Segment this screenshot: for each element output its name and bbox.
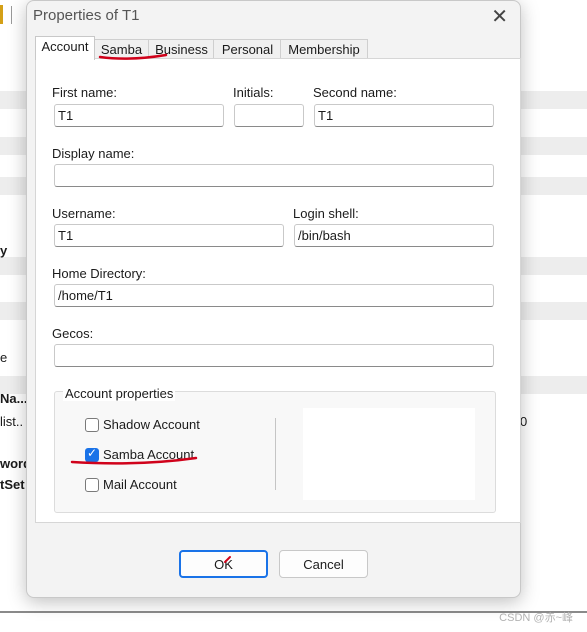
gecos-label: Gecos: xyxy=(52,326,94,341)
mail-account-label[interactable]: Mail Account xyxy=(103,477,177,492)
tab-samba[interactable]: Samba xyxy=(93,39,150,59)
account-tab-panel: First name: T1 Initials: Second name: T1… xyxy=(35,58,521,523)
toolbar-accent xyxy=(0,5,3,24)
properties-dialog: Properties of T1 ✕ Account Samba Busines… xyxy=(26,0,521,598)
dialog-title: Properties of T1 xyxy=(33,7,140,24)
shadow-account-checkbox[interactable] xyxy=(85,418,99,432)
initials-field[interactable] xyxy=(234,104,304,127)
home-directory-field[interactable]: /home/T1 xyxy=(54,284,494,307)
background-text: Na... xyxy=(0,391,28,406)
first-name-field[interactable]: T1 xyxy=(54,104,224,127)
background-text: y xyxy=(0,243,8,258)
username-label: Username: xyxy=(52,206,116,221)
display-name-label: Display name: xyxy=(52,146,135,161)
account-properties-group: Account properties Shadow Account Samba … xyxy=(54,386,496,513)
second-name-field[interactable]: T1 xyxy=(314,104,494,127)
username-field[interactable]: T1 xyxy=(54,224,284,247)
tab-membership[interactable]: Membership xyxy=(280,39,368,59)
login-shell-label: Login shell: xyxy=(293,206,359,221)
close-icon[interactable]: ✕ xyxy=(491,7,508,27)
account-properties-title: Account properties xyxy=(63,386,176,401)
background-text: e xyxy=(0,350,8,365)
second-name-label: Second name: xyxy=(313,85,397,100)
tab-personal[interactable]: Personal xyxy=(213,39,282,59)
background-text: 0 xyxy=(520,414,528,429)
home-directory-label: Home Directory: xyxy=(52,266,146,281)
first-name-label: First name: xyxy=(52,85,118,100)
ok-button[interactable]: OK xyxy=(179,550,268,578)
group-separator xyxy=(275,418,276,490)
properties-preview-area xyxy=(303,408,475,500)
background-text: tSet xyxy=(0,477,25,492)
gecos-field[interactable] xyxy=(54,344,494,367)
samba-account-label[interactable]: Samba Account xyxy=(103,447,194,462)
shadow-account-label[interactable]: Shadow Account xyxy=(103,417,200,432)
display-name-field[interactable] xyxy=(54,164,494,187)
samba-account-checkbox[interactable] xyxy=(85,446,99,462)
tab-account[interactable]: Account xyxy=(35,36,95,60)
watermark: CSDN @赤~峰 xyxy=(499,612,573,624)
cancel-button[interactable]: Cancel xyxy=(279,550,368,578)
mail-account-checkbox[interactable] xyxy=(85,478,99,492)
background-text: list.. xyxy=(0,414,24,429)
tab-business[interactable]: Business xyxy=(148,39,215,59)
title-bar[interactable]: Properties of T1 ✕ xyxy=(27,1,520,33)
login-shell-field[interactable]: /bin/bash xyxy=(294,224,494,247)
initials-label: Initials: xyxy=(233,85,274,100)
toolbar-separator xyxy=(11,6,12,24)
